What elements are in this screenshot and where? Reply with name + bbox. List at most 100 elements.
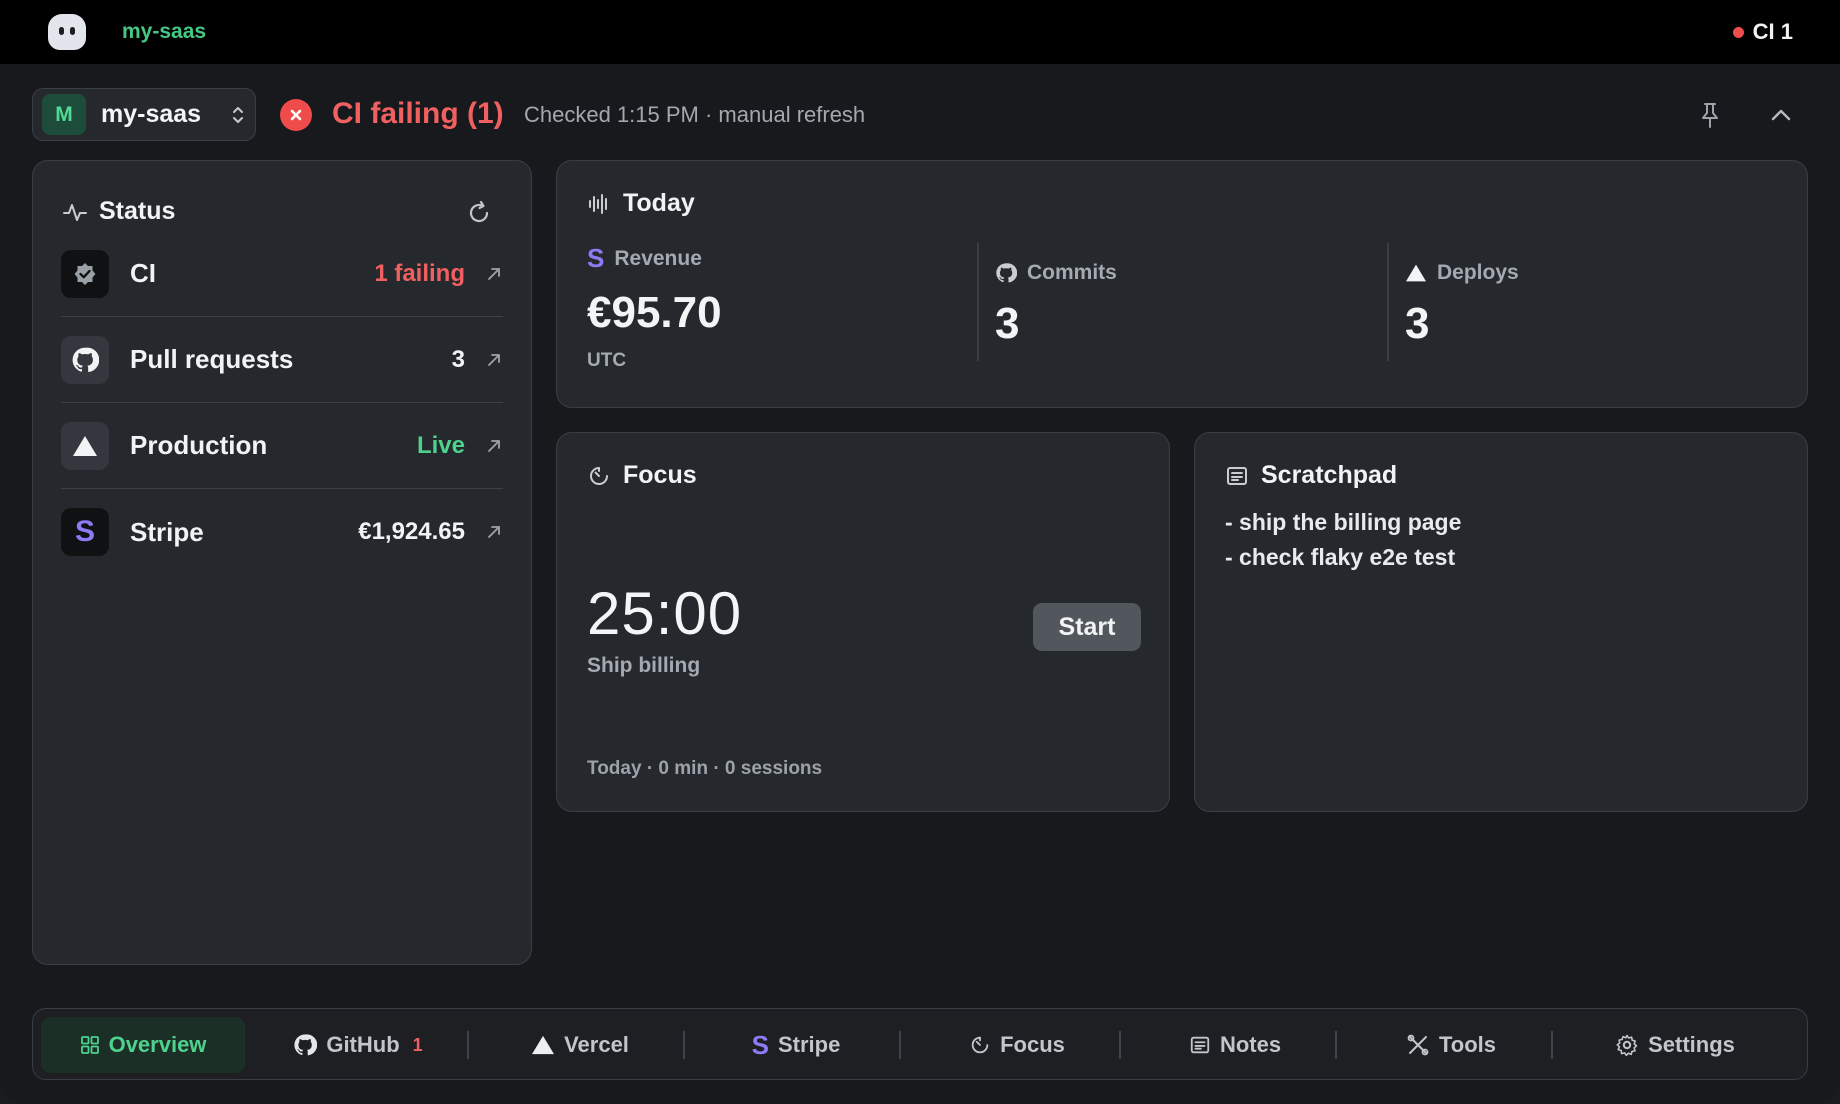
chevron-up-icon[interactable] [1766, 100, 1796, 130]
today-title: Today [623, 189, 695, 217]
focus-stats: Today · 0 min · 0 sessions [587, 758, 823, 779]
today-card: Today S Revenue €95.70 UTC Commits 3 Dep… [556, 160, 1808, 408]
bottom-nav: Overview GitHub 1 Vercel S Stripe Focus [32, 1008, 1808, 1080]
ci-status-dot-icon [1732, 26, 1744, 38]
notes-icon [1227, 466, 1247, 485]
chevron-up-down-icon [233, 107, 243, 123]
last-checked-text: Checked 1:15 PM · manual refresh [524, 102, 866, 127]
nav-label: Notes [1219, 1032, 1282, 1057]
nav-label: Focus [1000, 1032, 1065, 1057]
focus-task[interactable]: Ship billing [587, 654, 700, 678]
focus-timer: 25:00 [587, 580, 743, 647]
deploys-label: Deploys [1437, 261, 1519, 284]
status-row-label: Stripe [130, 516, 204, 547]
project-selector-name: my-saas [101, 100, 202, 128]
scratchpad-line: - check flaky e2e test [1225, 544, 1456, 570]
stripe-icon: S [751, 1029, 769, 1060]
status-row-pull-requests[interactable]: Pull requests 3 [61, 317, 503, 403]
project-avatar: M [42, 94, 86, 135]
error-x-icon [280, 99, 312, 131]
nav-item-tools[interactable]: Tools [1353, 1017, 1549, 1073]
start-focus-button[interactable]: Start [1033, 603, 1141, 651]
top-project-name[interactable]: my-saas [122, 20, 206, 44]
deploys-value: 3 [1405, 299, 1430, 348]
commits-metric: Commits 3 [995, 261, 1117, 349]
vercel-triangle-icon [1406, 264, 1426, 282]
gear-icon [1616, 1034, 1638, 1057]
ci-failing-status[interactable]: CI failing (1) [332, 97, 504, 131]
external-link-icon[interactable] [485, 351, 503, 369]
nav-item-settings[interactable]: Settings [1569, 1017, 1781, 1073]
status-row-production[interactable]: Production Live [61, 403, 503, 489]
focus-title: Focus [623, 461, 697, 489]
project-selector[interactable]: M my-saas [32, 88, 256, 141]
app-logo-icon [48, 14, 86, 50]
commits-label: Commits [1027, 261, 1117, 284]
nav-label: Overview [108, 1032, 207, 1057]
nav-item-vercel[interactable]: Vercel [485, 1017, 675, 1073]
nav-item-stripe[interactable]: S Stripe [701, 1017, 891, 1073]
timer-icon [590, 466, 608, 485]
github-badge: 1 [412, 1034, 423, 1055]
github-icon [61, 335, 109, 384]
refresh-icon[interactable] [465, 199, 493, 227]
shield-check-icon [61, 249, 109, 298]
nav-separator [899, 1031, 901, 1059]
status-row-value: 1 failing [374, 259, 465, 287]
tools-icon [1407, 1034, 1429, 1056]
ci-indicator[interactable]: CI 1 [1732, 19, 1793, 45]
metric-divider [977, 243, 979, 361]
scratchpad-card[interactable]: Scratchpad - ship the billing page - che… [1194, 432, 1808, 812]
nav-label: Tools [1438, 1032, 1497, 1057]
nav-separator [1551, 1031, 1553, 1059]
nav-separator [683, 1031, 685, 1059]
status-card: Status CI 1 failing Pull requests 3 Prod… [32, 160, 532, 965]
grid-icon [80, 1036, 99, 1054]
status-row-value: €1,924.65 [358, 518, 465, 545]
scratchpad-textarea[interactable]: - ship the billing page - check flaky e2… [1225, 505, 1461, 575]
app-window: my-saas CI 1 M my-saas CI failing (1) Ch… [0, 0, 1840, 1104]
scratchpad-title: Scratchpad [1261, 461, 1398, 489]
nav-item-notes[interactable]: Notes [1137, 1017, 1333, 1073]
external-link-icon[interactable] [485, 523, 503, 541]
commits-value: 3 [995, 299, 1020, 348]
ci-indicator-label: CI 1 [1752, 19, 1793, 44]
status-title: Status [99, 197, 176, 225]
nav-item-overview[interactable]: Overview [41, 1017, 245, 1073]
status-row-value: Live [416, 431, 465, 459]
status-row-label: Pull requests [130, 344, 294, 374]
nav-label: Stripe [777, 1032, 841, 1057]
focus-card: Focus 25:00 Ship billing Start Today · 0… [556, 432, 1170, 812]
status-row-ci[interactable]: CI 1 failing [61, 231, 503, 317]
github-icon [294, 1034, 318, 1056]
github-icon [996, 263, 1017, 283]
scratchpad-card-title: Scratchpad [1225, 461, 1397, 490]
nav-separator [1335, 1031, 1337, 1059]
vercel-triangle-icon [61, 421, 109, 470]
top-bar: my-saas CI 1 [0, 0, 1840, 64]
revenue-metric: S Revenue €95.70 UTC [587, 243, 722, 372]
metric-divider [1387, 243, 1389, 361]
stripe-icon: S [587, 243, 605, 273]
waveform-icon [589, 193, 607, 214]
pin-icon[interactable] [1696, 100, 1724, 130]
status-row-stripe[interactable]: S Stripe €1,924.65 [61, 489, 503, 575]
nav-item-github[interactable]: GitHub 1 [263, 1017, 453, 1073]
nav-item-focus[interactable]: Focus [917, 1017, 1117, 1073]
nav-label: GitHub [326, 1032, 400, 1057]
revenue-label: Revenue [614, 246, 702, 270]
status-row-value: 3 [451, 345, 465, 373]
status-row-label: Production [130, 430, 268, 460]
stripe-icon: S [61, 508, 109, 556]
nav-separator [1119, 1031, 1121, 1059]
today-card-title: Today [587, 189, 695, 218]
pulse-icon [63, 203, 87, 221]
scratchpad-line: - ship the billing page [1225, 509, 1462, 535]
notes-icon [1190, 1036, 1210, 1054]
deploys-metric: Deploys 3 [1405, 261, 1519, 349]
external-link-icon[interactable] [485, 437, 503, 455]
external-link-icon[interactable] [485, 265, 503, 283]
nav-label: Settings [1648, 1032, 1735, 1057]
vercel-triangle-icon [532, 1035, 555, 1055]
revenue-value: €95.70 [587, 288, 722, 337]
